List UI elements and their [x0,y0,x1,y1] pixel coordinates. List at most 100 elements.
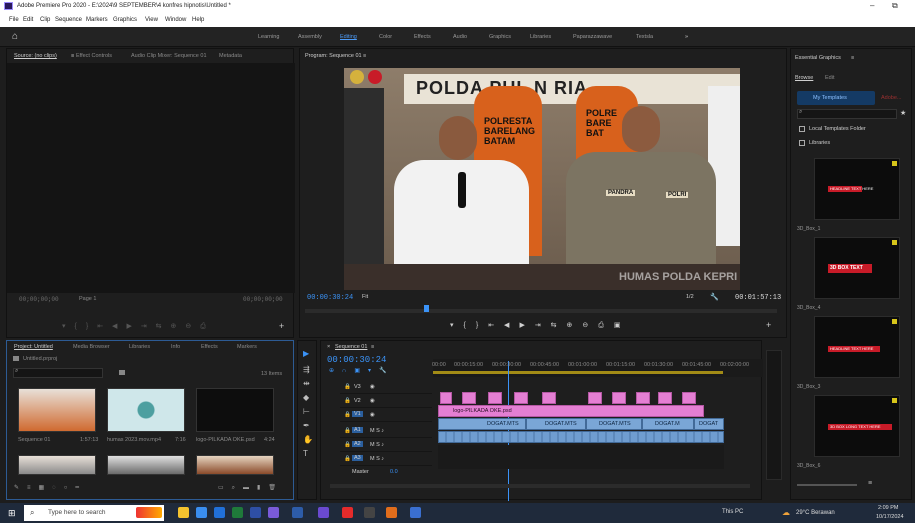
home-icon[interactable]: ⌂ [12,31,18,42]
windows-start-icon[interactable]: ⊞ [8,508,16,519]
tab-audio-clip-mixer[interactable]: Audio Clip Mixer: Sequence 01 [131,53,207,59]
source-fit-dropdown[interactable]: Page 1 [79,296,96,302]
menu-view[interactable]: View [145,17,158,23]
app-icon[interactable] [410,507,421,518]
workspace-graphics[interactable]: Graphics [489,34,511,40]
favorite-star-icon[interactable]: ★ [900,109,906,117]
track-label[interactable]: V1 [352,411,363,417]
workspace-audio[interactable]: Audio [453,34,467,40]
razor-tool-icon[interactable]: ◆ [303,393,309,402]
workspace-libraries[interactable]: Libraries [530,34,551,40]
eg-tab-edit[interactable]: Edit [825,75,834,81]
timeline-timecode[interactable]: 00:00:30:24 [327,355,386,365]
eg-search-input[interactable] [797,109,897,119]
word-icon[interactable] [250,507,261,518]
project-search-input[interactable] [13,368,103,378]
thumb-logo-pilkada[interactable] [196,388,274,432]
project-bottom-toolbar[interactable]: ✎≡▦◌○━ [14,484,87,491]
this-pc-label[interactable]: This PC [722,509,743,515]
mute-icon[interactable]: M S ♪ [370,428,384,434]
lock-icon[interactable]: 🔒 [344,384,351,390]
weather-text[interactable]: 29°C Berawan [796,510,835,516]
clip-pink[interactable] [462,392,476,404]
source-viewer[interactable] [7,63,295,293]
tab-libraries[interactable]: Libraries [129,344,150,350]
photoshop-icon[interactable] [292,507,303,518]
clip-dogat[interactable]: DOGAT.M [642,418,694,430]
workspace-effects[interactable]: Effects [414,34,431,40]
clip-logo-pilkada[interactable]: logo-PILKADA OKE.psd [438,405,704,417]
hand-tool-icon[interactable]: ✋ [303,435,313,444]
track-header-a3[interactable]: 🔒 A3 M S ♪ [340,452,432,466]
workspace-more-icon[interactable]: » [685,34,688,40]
clip-pink[interactable] [658,392,672,404]
new-bin-icon[interactable] [119,370,125,375]
track-select-tool-icon[interactable]: ⇶ [303,365,310,374]
pen-tool-icon[interactable]: ✒ [303,421,310,430]
workspace-learning[interactable]: Learning [258,34,279,40]
minimize-button[interactable]: – [870,1,874,10]
app-icon[interactable] [364,507,375,518]
eg-list-view-icon[interactable]: ≡ [868,480,872,487]
timeline-menu-icon[interactable]: ≡ [371,344,374,350]
selection-tool-icon[interactable]: ▶ [303,349,309,358]
eg-menu-icon[interactable]: ≡ [851,55,854,61]
mute-icon[interactable]: M S ♪ [370,442,384,448]
menu-graphics[interactable]: Graphics [113,17,137,23]
a1-audio-clip[interactable] [438,431,724,443]
track-header-a1[interactable]: 🔒 A1 M S ♪ [340,424,432,438]
track-header-v3[interactable]: 🔒 V3 ◉ [340,380,432,394]
eg-adobe-stock-button[interactable]: Adobe... [881,95,902,101]
tab-program[interactable]: Program: Sequence 01 [305,53,362,59]
clip-pink[interactable] [440,392,452,404]
tab-timeline-close-icon[interactable]: × [327,344,330,350]
track-header-v2[interactable]: 🔒 V2 ◉ [340,394,432,408]
app-icon[interactable] [386,507,397,518]
track-label[interactable]: A3 [352,455,363,461]
tab-essential-graphics[interactable]: Essential Graphics [795,55,841,61]
clip-pink[interactable] [588,392,602,404]
program-fit-dropdown[interactable]: Fit [362,294,368,300]
lock-icon[interactable]: 🔒 [344,428,351,434]
type-tool-icon[interactable]: T [303,449,308,458]
workspace-editing[interactable]: Editing [340,34,357,40]
track-label[interactable]: A2 [352,441,363,447]
local-folder-checkbox[interactable] [799,126,805,132]
clip-pink[interactable] [514,392,528,404]
clock-time[interactable]: 2:09 PM [878,505,898,511]
timeline-scrollbar[interactable] [330,484,750,488]
clip-dogat[interactable]: DOGAT.MTS [438,418,526,430]
project-bottom-tools[interactable]: ▭⌕▬▮🗑 [218,484,284,492]
thumb-item-6[interactable] [196,455,274,475]
thumb-sequence-01[interactable] [18,388,96,432]
lock-icon[interactable]: 🔒 [344,442,351,448]
menu-help[interactable]: Help [192,17,204,23]
eg-zoom-slider[interactable] [797,484,857,486]
program-menu-icon[interactable]: ≡ [363,53,366,59]
tab-metadata[interactable]: Metadata [219,53,242,59]
eye-icon[interactable]: ◉ [370,412,375,418]
clip-pink[interactable] [488,392,502,404]
menu-clip[interactable]: Clip [40,17,50,23]
ripple-edit-tool-icon[interactable]: ⇹ [303,379,310,388]
clip-dogat[interactable]: DOGAT [694,418,724,430]
menu-window[interactable]: Window [165,17,186,23]
tab-markers[interactable]: Markers [237,344,257,350]
workspace-color[interactable]: Color [379,34,392,40]
program-transport-controls[interactable]: ▾{}⇤◀▶⇥⇆⊕⊖⎙▣ [450,321,631,330]
menu-markers[interactable]: Markers [86,17,108,23]
tab-project[interactable]: Project: Untitled [14,344,53,350]
menu-edit[interactable]: Edit [23,17,33,23]
master-volume[interactable]: 0.0 [390,469,398,475]
eg-tab-browse[interactable]: Browse [795,75,813,81]
tab-source-menu-icon[interactable]: ≡ [71,53,74,59]
eye-icon[interactable]: ◉ [370,384,375,390]
thumb-item-5[interactable] [107,455,185,475]
clip-dogat[interactable]: DOGAT.MTS [586,418,642,430]
thumb-humas-video[interactable] [107,388,185,432]
program-resolution-dropdown[interactable]: 1/2 [686,294,694,300]
wrench-icon[interactable]: 🔧 [710,293,719,301]
track-header-a2[interactable]: 🔒 A2 M S ♪ [340,438,432,452]
chrome-icon[interactable] [196,507,207,518]
lock-icon[interactable]: 🔒 [344,456,351,462]
